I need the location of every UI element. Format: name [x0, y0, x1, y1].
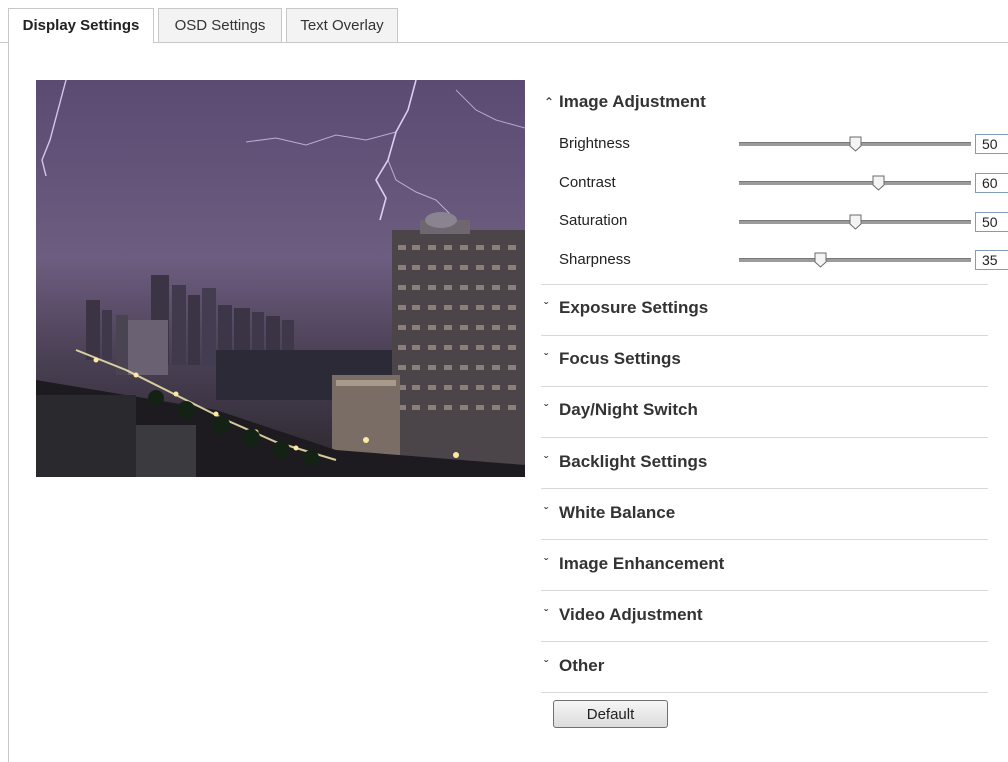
saturation-label: Saturation [559, 212, 628, 229]
section-divider [541, 590, 988, 591]
section-divider [541, 641, 988, 642]
slider-thumb[interactable] [849, 214, 862, 230]
section-divider [541, 437, 988, 438]
section-divider [541, 284, 988, 285]
section-label: Video Adjustment [559, 605, 703, 624]
tab-display-settings[interactable]: Display Settings [8, 8, 154, 43]
contrast-label: Contrast [559, 174, 616, 191]
slider-thumb[interactable] [814, 252, 827, 268]
chevron-down-icon: ˇ [544, 658, 548, 672]
section-label: Exposure Settings [559, 298, 709, 317]
chevron-down-icon: ˇ [544, 351, 548, 365]
sharpness-value[interactable]: 35 [975, 250, 1008, 270]
contrast-slider[interactable] [739, 175, 971, 191]
sharpness-label: Sharpness [559, 251, 631, 268]
chevron-down-icon: ˇ [544, 505, 548, 519]
section-label: White Balance [559, 503, 676, 522]
brightness-label: Brightness [559, 135, 630, 152]
section-divider [541, 692, 988, 693]
chevron-down-icon: ˇ [544, 454, 548, 468]
section-backlight-settings[interactable]: ˇ Backlight Settings [541, 452, 988, 502]
saturation-value[interactable]: 50 [975, 212, 1008, 232]
section-focus-settings[interactable]: ˇ Focus Settings [541, 349, 988, 399]
section-label: Focus Settings [559, 349, 681, 368]
section-image-enhancement[interactable]: ˇ Image Enhancement [541, 554, 988, 604]
sharpness-slider[interactable] [739, 252, 971, 268]
section-divider [541, 539, 988, 540]
saturation-slider[interactable] [739, 214, 971, 230]
section-exposure-settings[interactable]: ˇ Exposure Settings [541, 298, 988, 348]
live-preview-image [36, 80, 525, 477]
slider-thumb[interactable] [872, 175, 885, 191]
chevron-up-icon: ⌃ [544, 95, 555, 109]
section-label: Day/Night Switch [559, 400, 698, 419]
city-night-scene [36, 80, 525, 477]
brightness-slider[interactable] [739, 136, 971, 152]
chevron-down-icon: ˇ [544, 556, 548, 570]
section-label: Image Enhancement [559, 554, 725, 573]
section-white-balance[interactable]: ˇ White Balance [541, 503, 988, 553]
section-label: Image Adjustment [559, 92, 706, 111]
section-other[interactable]: ˇ Other [541, 656, 988, 706]
brightness-value[interactable]: 50 [975, 134, 1008, 154]
tab-osd-settings[interactable]: OSD Settings [158, 8, 282, 42]
chevron-down-icon: ˇ [544, 402, 548, 416]
section-day-night-switch[interactable]: ˇ Day/Night Switch [541, 400, 988, 450]
chevron-down-icon: ˇ [544, 607, 548, 621]
tab-text-overlay[interactable]: Text Overlay [286, 8, 398, 42]
slider-thumb[interactable] [849, 136, 862, 152]
content-border [8, 42, 9, 762]
default-button[interactable]: Default [553, 700, 668, 728]
tab-bar: Display Settings OSD Settings Text Overl… [0, 0, 1008, 43]
section-divider [541, 488, 988, 489]
chevron-down-icon: ˇ [544, 300, 548, 314]
section-label: Backlight Settings [559, 452, 708, 471]
section-divider [541, 335, 988, 336]
section-label: Other [559, 656, 605, 675]
section-video-adjustment[interactable]: ˇ Video Adjustment [541, 605, 988, 655]
contrast-value[interactable]: 60 [975, 173, 1008, 193]
section-divider [541, 386, 988, 387]
